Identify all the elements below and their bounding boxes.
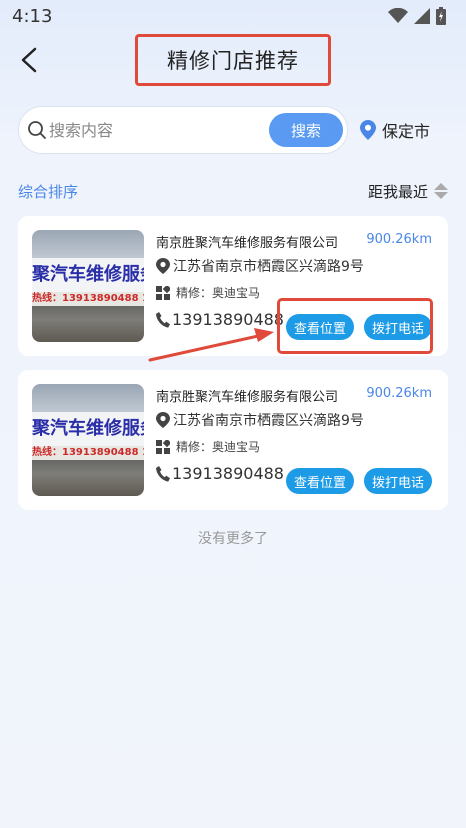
shop-photo: 聚汽车维修服务有 热线：13913890488 1 [32,230,144,342]
title-highlight-box: 精修门店推荐 [135,34,331,86]
sort-arrows-icon [434,183,448,199]
status-bar: 4:13 [0,0,466,32]
back-icon [21,47,37,73]
shop-phone-number: 13913890488 [172,310,284,329]
phone-icon [156,311,170,328]
sort-comprehensive[interactable]: 综合排序 [18,181,78,202]
battery-icon [436,7,446,25]
shop-photo-hotline: 热线：13913890488 1 [32,446,144,460]
search-box: 搜索 [18,106,348,154]
shop-service: 精修：奥迪宝马 [156,284,260,301]
search-button[interactable]: 搜索 [269,113,343,147]
shop-distance: 900.26km [366,232,432,247]
shop-photo-sign: 聚汽车维修服务有 [32,258,144,292]
status-time: 4:13 [12,5,53,27]
shop-name: 南京胜聚汽车维修服务有限公司 [156,390,339,405]
shop-phone: 13913890488 [156,310,284,329]
shop-phone-number: 13913890488 [172,464,284,483]
shop-service-text: 精修：奥迪宝马 [176,286,261,300]
location-pin-icon [360,120,376,140]
search-input[interactable] [49,120,269,140]
sort-nearest[interactable]: 距我最近 [368,181,448,202]
shop-card[interactable]: 聚汽车维修服务有 热线：13913890488 1 南京胜聚汽车维修服务有限公司… [18,370,448,510]
shop-address: 江苏省南京市栖霞区兴滴路9号 [156,410,364,430]
shop-phone: 13913890488 [156,464,284,483]
shop-name: 南京胜聚汽车维修服务有限公司 [156,236,339,251]
shop-distance: 900.26km [366,386,432,401]
wifi-icon [388,8,408,23]
city-selector[interactable]: 保定市 [360,118,430,142]
header: 精修门店推荐 [0,32,466,88]
grid-icon [156,439,170,454]
call-phone-button[interactable]: 拨打电话 [364,468,432,494]
shop-card[interactable]: 聚汽车维修服务有 热线：13913890488 1 南京胜聚汽车维修服务有限公司… [18,216,448,356]
buttons-highlight-box [277,298,433,354]
no-more-text: 没有更多了 [198,531,268,547]
page-title: 精修门店推荐 [167,49,299,73]
shop-photo-hotline: 热线：13913890488 1 [32,292,144,306]
view-location-button[interactable]: 查看位置 [286,468,354,494]
city-label: 保定市 [382,122,431,141]
shop-service-text: 精修：奥迪宝马 [176,440,261,454]
sort-row: 综合排序 距我最近 [18,180,448,202]
phone-icon [156,465,170,482]
search-row: 搜索 保定市 [18,106,448,154]
sort-nearest-label: 距我最近 [367,182,428,201]
grid-icon [156,285,170,300]
shop-address: 江苏省南京市栖霞区兴滴路9号 [156,256,364,276]
shop-address-text: 江苏省南京市栖霞区兴滴路9号 [173,259,364,275]
shop-photo: 聚汽车维修服务有 热线：13913890488 1 [32,384,144,496]
status-icons [388,7,446,25]
shop-service: 精修：奥迪宝马 [156,438,260,455]
shop-address-text: 江苏省南京市栖霞区兴滴路9号 [173,413,364,429]
back-button[interactable] [14,44,44,76]
shop-photo-sign: 聚汽车维修服务有 [32,412,144,446]
signal-icon [414,8,430,24]
pin-icon [156,258,170,274]
search-icon [28,121,46,139]
pin-icon [156,412,170,428]
